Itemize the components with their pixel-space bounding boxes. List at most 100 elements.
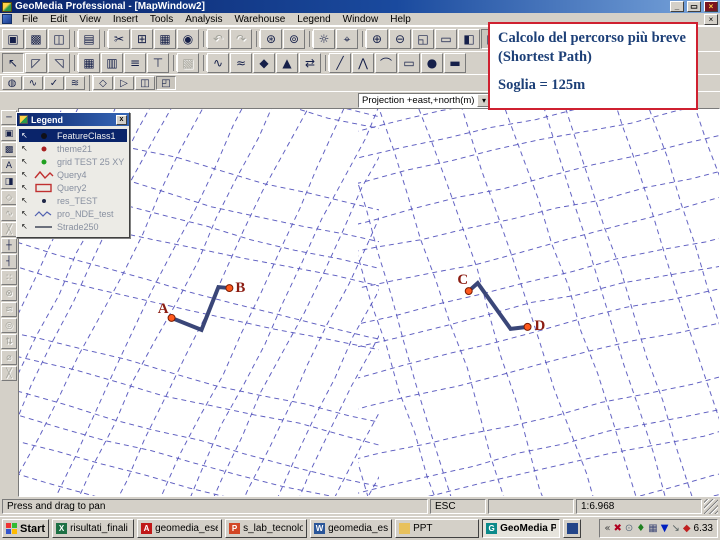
measure-tool-button[interactable]: ─ bbox=[1, 110, 17, 125]
legend-title-bar[interactable]: Legend x bbox=[17, 113, 129, 126]
menu-help[interactable]: Help bbox=[384, 13, 417, 26]
cut-button[interactable]: ✂ bbox=[108, 29, 130, 49]
spatial-query-button[interactable]: ▷ bbox=[114, 76, 134, 90]
buffer-zone-button[interactable]: ◇ bbox=[93, 76, 113, 90]
label-tool-button[interactable]: ◨ bbox=[1, 174, 17, 189]
select-by-fence-button[interactable]: ◹ bbox=[48, 53, 70, 73]
network-error-icon[interactable]: ✖ bbox=[614, 523, 622, 534]
place-arc-button[interactable]: ⌒ bbox=[375, 53, 397, 73]
node-point-c[interactable] bbox=[464, 287, 473, 296]
place-area-button[interactable]: ▬ bbox=[444, 53, 466, 73]
select-by-area-button[interactable]: ◸ bbox=[25, 53, 47, 73]
projection-dropdown[interactable]: Projection +east,+north(m) ▾ bbox=[358, 92, 492, 108]
menu-view[interactable]: View bbox=[73, 13, 107, 26]
restore-button[interactable]: ▭ bbox=[687, 1, 701, 12]
column-tools-button[interactable]: ⊤ bbox=[147, 53, 169, 73]
vector-trace-button[interactable]: ∿ bbox=[23, 76, 43, 90]
split-window-button[interactable]: ▥ bbox=[101, 53, 123, 73]
copy-image-button[interactable]: ◉ bbox=[177, 29, 199, 49]
place-rectangle-button[interactable]: ▭ bbox=[398, 53, 420, 73]
copy-button[interactable]: ⊞ bbox=[131, 29, 153, 49]
task-item-button[interactable] bbox=[563, 519, 582, 538]
legend-item-pro-nde-test[interactable]: ↖ pro_NDE_test bbox=[19, 207, 127, 220]
start-button[interactable]: Start bbox=[2, 519, 50, 538]
save-geoworkspace-button[interactable]: ◫ bbox=[48, 29, 70, 49]
display-style-button[interactable]: ☼ bbox=[313, 29, 335, 49]
locate-target-button[interactable]: ⌖ bbox=[336, 29, 358, 49]
node-point-d[interactable] bbox=[523, 322, 532, 331]
validate-geometry-button[interactable]: ✓ bbox=[44, 76, 64, 90]
print-button[interactable]: ▤ bbox=[78, 29, 100, 49]
legend-item-theme21[interactable]: ↖ theme21 bbox=[19, 142, 127, 155]
zoom-area-button[interactable]: ◱ bbox=[412, 29, 434, 49]
zoom-out-button[interactable]: ⊖ bbox=[389, 29, 411, 49]
legend-item-label: grid TEST 25 XY bbox=[57, 156, 125, 167]
menu-file[interactable]: File bbox=[16, 13, 44, 26]
task-s-lab-tecnolog-button[interactable]: Ps_lab_tecnolog... bbox=[225, 519, 308, 538]
close-button[interactable]: × bbox=[704, 1, 718, 12]
layer-display-button[interactable]: ▩ bbox=[1, 142, 17, 157]
place-line-button[interactable]: ╱ bbox=[329, 53, 351, 73]
mouse-tray-icon[interactable]: ↘ bbox=[671, 523, 679, 534]
new-geoworkspace-button[interactable]: ▣ bbox=[2, 29, 24, 49]
task-geomedia-prof-button[interactable]: GGeoMedia Prof... bbox=[482, 519, 561, 538]
menu-legend[interactable]: Legend bbox=[291, 13, 336, 26]
continue-geometry-button[interactable]: ≈ bbox=[230, 53, 252, 73]
insert-feature-button[interactable]: ∿ bbox=[207, 53, 229, 73]
windows-logo-icon bbox=[6, 523, 17, 534]
antivirus-icon[interactable]: ♦ bbox=[636, 523, 645, 534]
world-fit-button[interactable]: ⊛ bbox=[260, 29, 282, 49]
edit-vertex-button[interactable]: ◆ bbox=[253, 53, 275, 73]
dimension-tool-button[interactable]: ┤ bbox=[1, 254, 17, 269]
update-tray-icon[interactable]: ◆ bbox=[683, 523, 691, 534]
legend-item-strade250[interactable]: ↖ Strade250 bbox=[19, 220, 127, 233]
legend-item-query2[interactable]: ↖ Query2 bbox=[19, 181, 127, 194]
menu-edit[interactable]: Edit bbox=[44, 13, 73, 26]
place-circle-button[interactable]: ● bbox=[421, 53, 443, 73]
settings-tray-icon[interactable]: ⊙ bbox=[625, 523, 633, 534]
menu-warehouse[interactable]: Warehouse bbox=[228, 13, 291, 26]
pan-view-button[interactable]: ◧ bbox=[458, 29, 480, 49]
fit-view-button[interactable]: ▭ bbox=[435, 29, 457, 49]
legend-item-grid-test-25-xy[interactable]: ↖ grid TEST 25 XY bbox=[19, 155, 127, 168]
connectivity-button[interactable]: ≋ bbox=[65, 76, 85, 90]
task-risultati-finali-button[interactable]: Xrisultati_finali bbox=[52, 519, 135, 538]
task-geomedia-eserci-button[interactable]: Ageomedia_eserci... bbox=[137, 519, 223, 538]
download-tray-icon[interactable]: ▼ bbox=[661, 523, 669, 534]
zoom-in-button[interactable]: ⊕ bbox=[366, 29, 388, 49]
analysis-region-button[interactable]: ◰ bbox=[156, 76, 176, 90]
task-ppt-button[interactable]: PPT bbox=[395, 519, 480, 538]
align-rows-button[interactable]: ≡ bbox=[124, 53, 146, 73]
legend-item-featureclass1[interactable]: ↖ FeatureClass1 bbox=[19, 129, 127, 142]
redigitize-button[interactable]: ⇄ bbox=[299, 53, 321, 73]
world-locate-button[interactable]: ⊚ bbox=[283, 29, 305, 49]
menu-window[interactable]: Window bbox=[337, 13, 385, 26]
mdi-close-button[interactable]: × bbox=[704, 13, 718, 25]
open-geoworkspace-button[interactable]: ▩ bbox=[25, 29, 47, 49]
select-tool-button[interactable]: ↖ bbox=[2, 53, 24, 73]
display-tray-icon[interactable]: ▦ bbox=[648, 523, 657, 534]
menu-insert[interactable]: Insert bbox=[107, 13, 144, 26]
map-window: ─ ▣ ▩ A ◨ ◇ ∿ ╳ ┼ ┤ ∷ ⊗ ≋ ◎ ⇅ ⌀ ╳ ABCD Legend x ↖ Feature… bbox=[0, 108, 720, 497]
node-point-a[interactable] bbox=[167, 313, 176, 322]
legend-close-icon[interactable]: x bbox=[116, 114, 127, 125]
data-window-button[interactable]: ▦ bbox=[78, 53, 100, 73]
legend-item-res-test[interactable]: ↖ res_TEST bbox=[19, 194, 127, 207]
resize-grip[interactable] bbox=[704, 499, 718, 514]
crosshair-tool-button[interactable]: ┼ bbox=[1, 238, 17, 253]
paste-button[interactable]: ▦ bbox=[154, 29, 176, 49]
insert-vertex-button[interactable]: ▲ bbox=[276, 53, 298, 73]
menu-tools[interactable]: Tools bbox=[144, 13, 179, 26]
tray-collapse-icon[interactable]: « bbox=[604, 523, 610, 534]
image-registration-button[interactable]: ◍ bbox=[2, 76, 22, 90]
menu-analysis[interactable]: Analysis bbox=[179, 13, 228, 26]
legend-item-query4[interactable]: ↖ Query4 bbox=[19, 168, 127, 181]
minimize-button[interactable]: _ bbox=[670, 1, 684, 12]
place-polyline-button[interactable]: ⋀ bbox=[352, 53, 374, 73]
toolbar-separator bbox=[359, 30, 366, 48]
node-point-b[interactable] bbox=[225, 284, 234, 293]
task-geomedia-eserc-button[interactable]: Wgeomedia_eserc... bbox=[310, 519, 393, 538]
text-tool-button[interactable]: A bbox=[1, 158, 17, 173]
fit-map-button[interactable]: ▣ bbox=[1, 126, 17, 141]
thematic-panel-button[interactable]: ◫ bbox=[135, 76, 155, 90]
